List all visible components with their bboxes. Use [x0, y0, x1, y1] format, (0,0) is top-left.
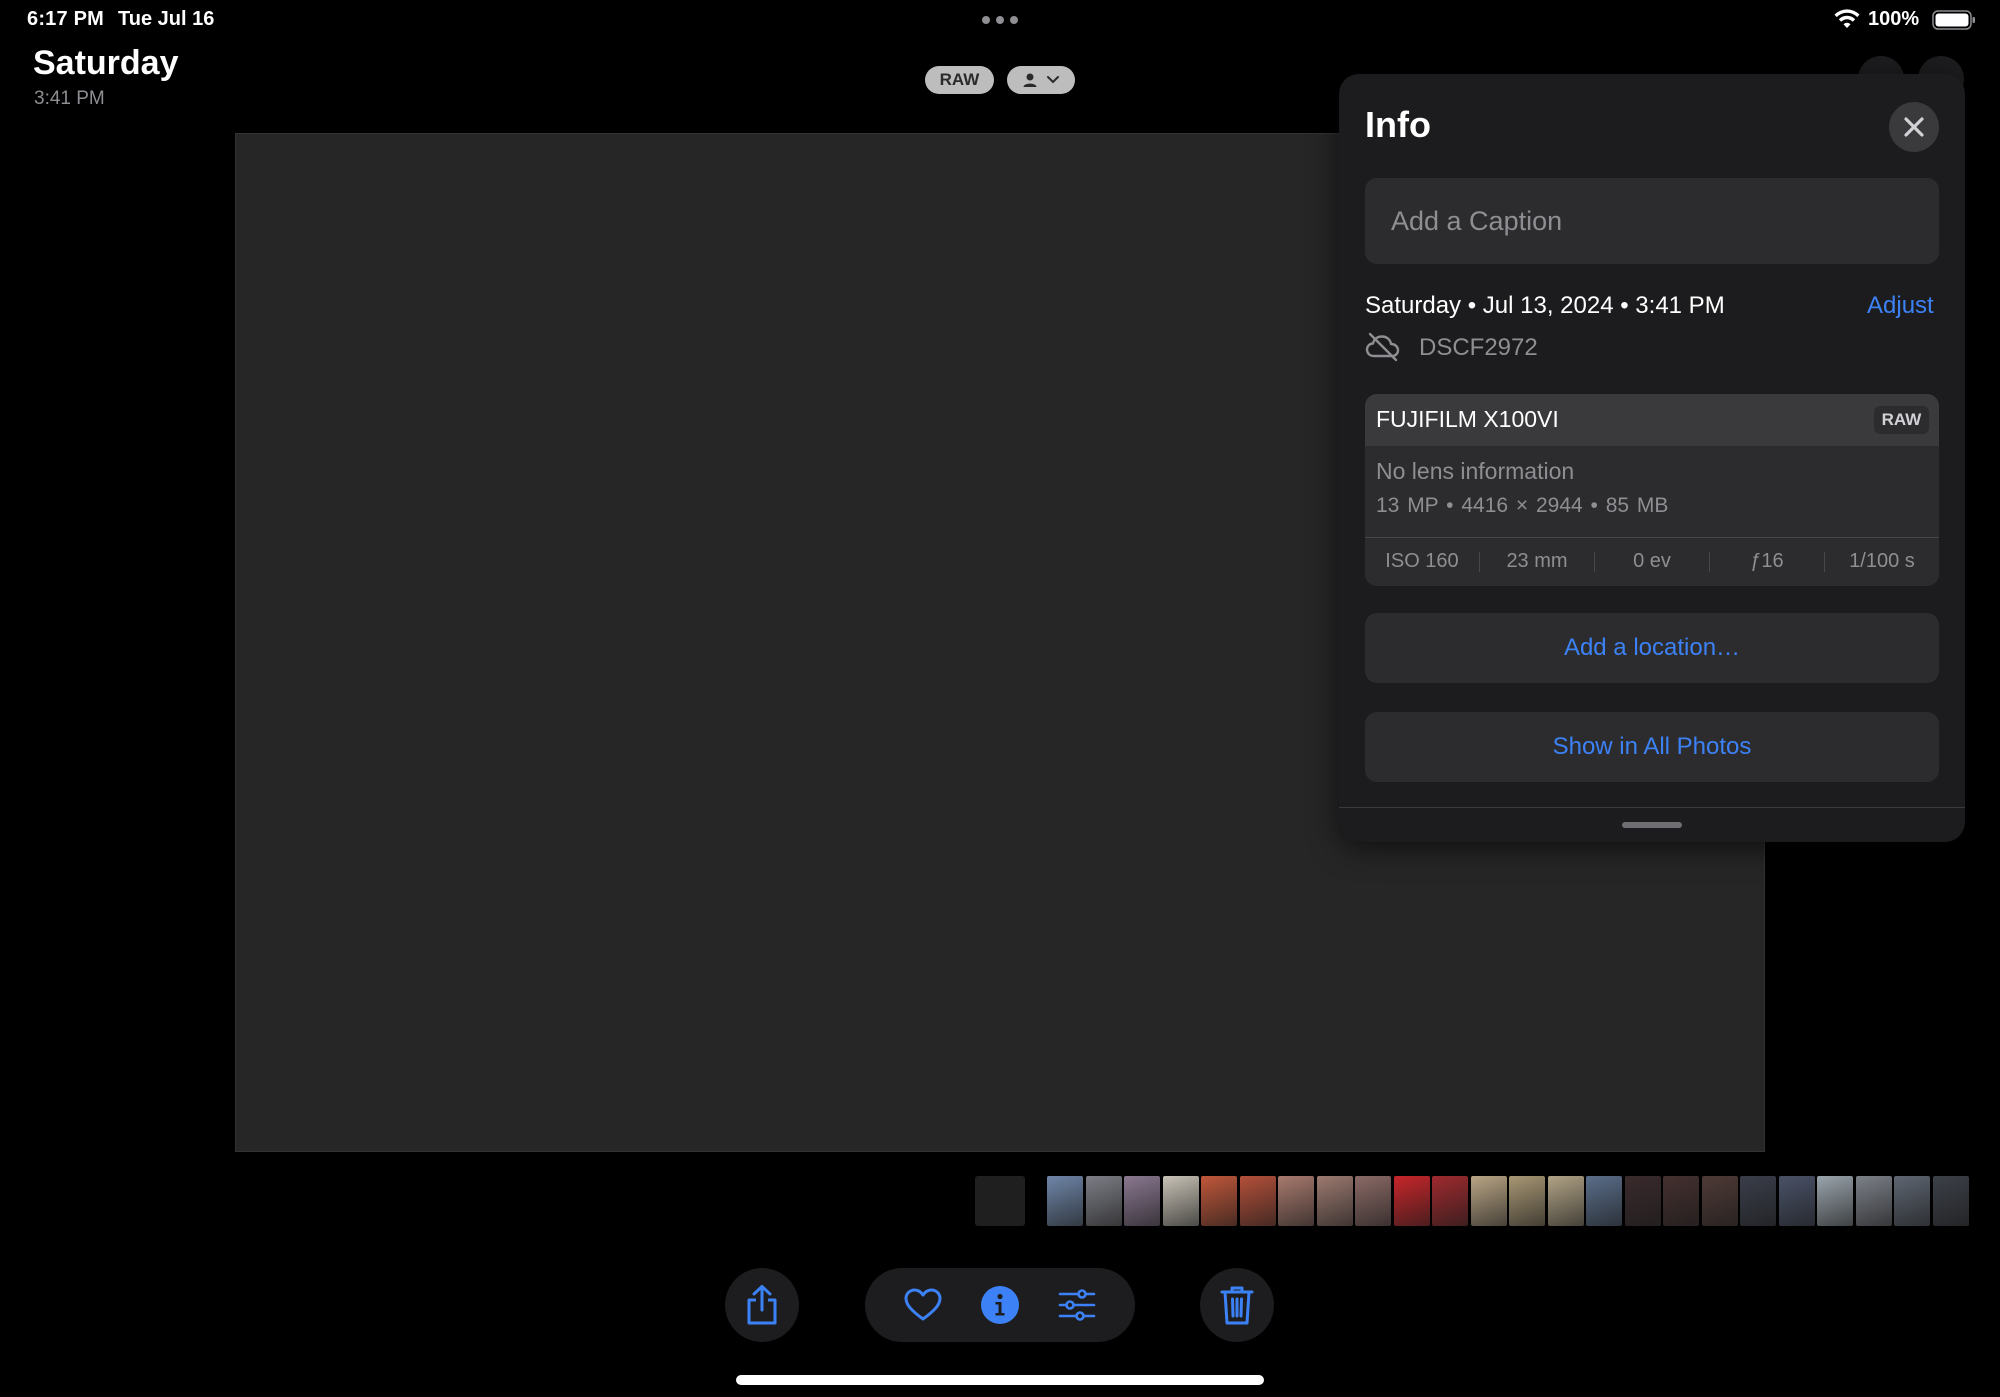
filmstrip-thumb[interactable] — [1239, 1176, 1276, 1226]
exif-iso: ISO 160 — [1385, 550, 1459, 572]
filmstrip-thumb[interactable] — [1894, 1176, 1930, 1226]
filmstrip-thumb[interactable] — [1162, 1176, 1199, 1226]
filmstrip-thumb[interactable] — [1393, 1176, 1430, 1226]
status-date: Tue Jul 16 — [118, 8, 215, 30]
camera-model: FUJIFILM X100VI — [1376, 406, 1559, 432]
exif-focal-length: 23 mm — [1506, 550, 1568, 572]
status-time: 6:17 PM — [27, 8, 104, 30]
share-icon — [747, 1285, 777, 1325]
heart-icon[interactable] — [904, 1288, 942, 1322]
filmstrip-thumb[interactable] — [1432, 1176, 1468, 1226]
exif-exposure-value: 0 ev — [1633, 550, 1671, 572]
filmstrip-thumb[interactable] — [1817, 1176, 1853, 1226]
filmstrip-thumb[interactable] — [1624, 1176, 1661, 1226]
exif-row: ISO 160 23 mm 0 ev ƒ16 1/100 s — [1365, 537, 1939, 586]
exif-shutter-speed: 1/100 s — [1849, 550, 1915, 572]
chevron-down-icon — [1047, 76, 1059, 84]
filmstrip-thumb[interactable] — [1932, 1176, 1969, 1226]
raw-format-badge: RAW — [1874, 406, 1929, 434]
filmstrip-thumb[interactable] — [1355, 1176, 1391, 1226]
share-button[interactable] — [725, 1268, 799, 1342]
info-panel: Info Saturday • Jul 13, 2024 • 3:41 PM A… — [1339, 74, 1965, 842]
panel-grabber[interactable] — [1622, 822, 1682, 828]
person-icon — [1023, 73, 1037, 87]
image-specs: 13 MP • 4416 × 2944 • 85 MB — [1376, 494, 1669, 517]
filmstrip-thumb[interactable] — [1509, 1176, 1545, 1226]
people-menu-button[interactable] — [1007, 66, 1075, 94]
filmstrip-thumb[interactable] — [1701, 1176, 1738, 1226]
battery-icon — [1932, 10, 1975, 30]
filmstrip-thumb[interactable] — [1047, 1176, 1083, 1226]
filmstrip-thumb[interactable] — [1470, 1176, 1507, 1226]
filmstrip-thumb[interactable] — [1124, 1176, 1160, 1226]
camera-info-card: FUJIFILM X100VI RAW No lens information … — [1365, 394, 1939, 586]
caption-input[interactable] — [1365, 178, 1939, 264]
show-in-all-photos-button[interactable]: Show in All Photos — [1365, 712, 1939, 782]
page-subtitle: 3:41 PM — [34, 88, 105, 109]
photo-date: Saturday • Jul 13, 2024 • 3:41 PM — [1365, 292, 1725, 319]
add-location-button[interactable]: Add a location… — [1365, 613, 1939, 683]
info-title: Info — [1365, 104, 1431, 145]
info-icon[interactable] — [980, 1285, 1020, 1325]
trash-icon — [1220, 1286, 1254, 1325]
filmstrip-thumb[interactable] — [1663, 1176, 1699, 1226]
filmstrip-thumb[interactable] — [1085, 1176, 1122, 1226]
photo-actions-group — [865, 1268, 1135, 1342]
multitasking-dots[interactable] — [980, 10, 1020, 30]
filmstrip-thumb[interactable] — [1316, 1176, 1353, 1226]
panel-divider — [1339, 807, 1965, 808]
camera-header: FUJIFILM X100VI RAW — [1365, 394, 1939, 446]
filmstrip-thumb[interactable] — [1201, 1176, 1237, 1226]
close-icon — [1904, 117, 1924, 137]
filmstrip[interactable] — [975, 1176, 1971, 1226]
filmstrip-current-thumb[interactable] — [975, 1176, 1025, 1226]
filmstrip-thumb[interactable] — [1278, 1176, 1314, 1226]
filmstrip-thumb[interactable] — [1778, 1176, 1815, 1226]
adjust-date-button[interactable]: Adjust — [1867, 292, 1934, 320]
filmstrip-thumb[interactable] — [1547, 1176, 1584, 1226]
wifi-icon — [1834, 9, 1860, 28]
raw-badge-button[interactable]: RAW — [925, 66, 994, 94]
filmstrip-thumb[interactable] — [1740, 1176, 1776, 1226]
battery-percentage: 100% — [1868, 8, 1920, 30]
cloud-off-icon — [1365, 332, 1400, 362]
lens-info: No lens information — [1376, 458, 1575, 484]
file-name: DSCF2972 — [1419, 334, 1538, 361]
exif-aperture: ƒ16 — [1750, 550, 1784, 572]
page-title: Saturday — [33, 44, 179, 82]
home-indicator[interactable] — [736, 1375, 1264, 1385]
delete-button[interactable] — [1200, 1268, 1274, 1342]
filmstrip-thumb[interactable] — [1855, 1176, 1892, 1226]
filmstrip-thumb[interactable] — [1586, 1176, 1622, 1226]
close-button[interactable] — [1889, 102, 1939, 152]
sliders-icon[interactable] — [1058, 1289, 1096, 1321]
